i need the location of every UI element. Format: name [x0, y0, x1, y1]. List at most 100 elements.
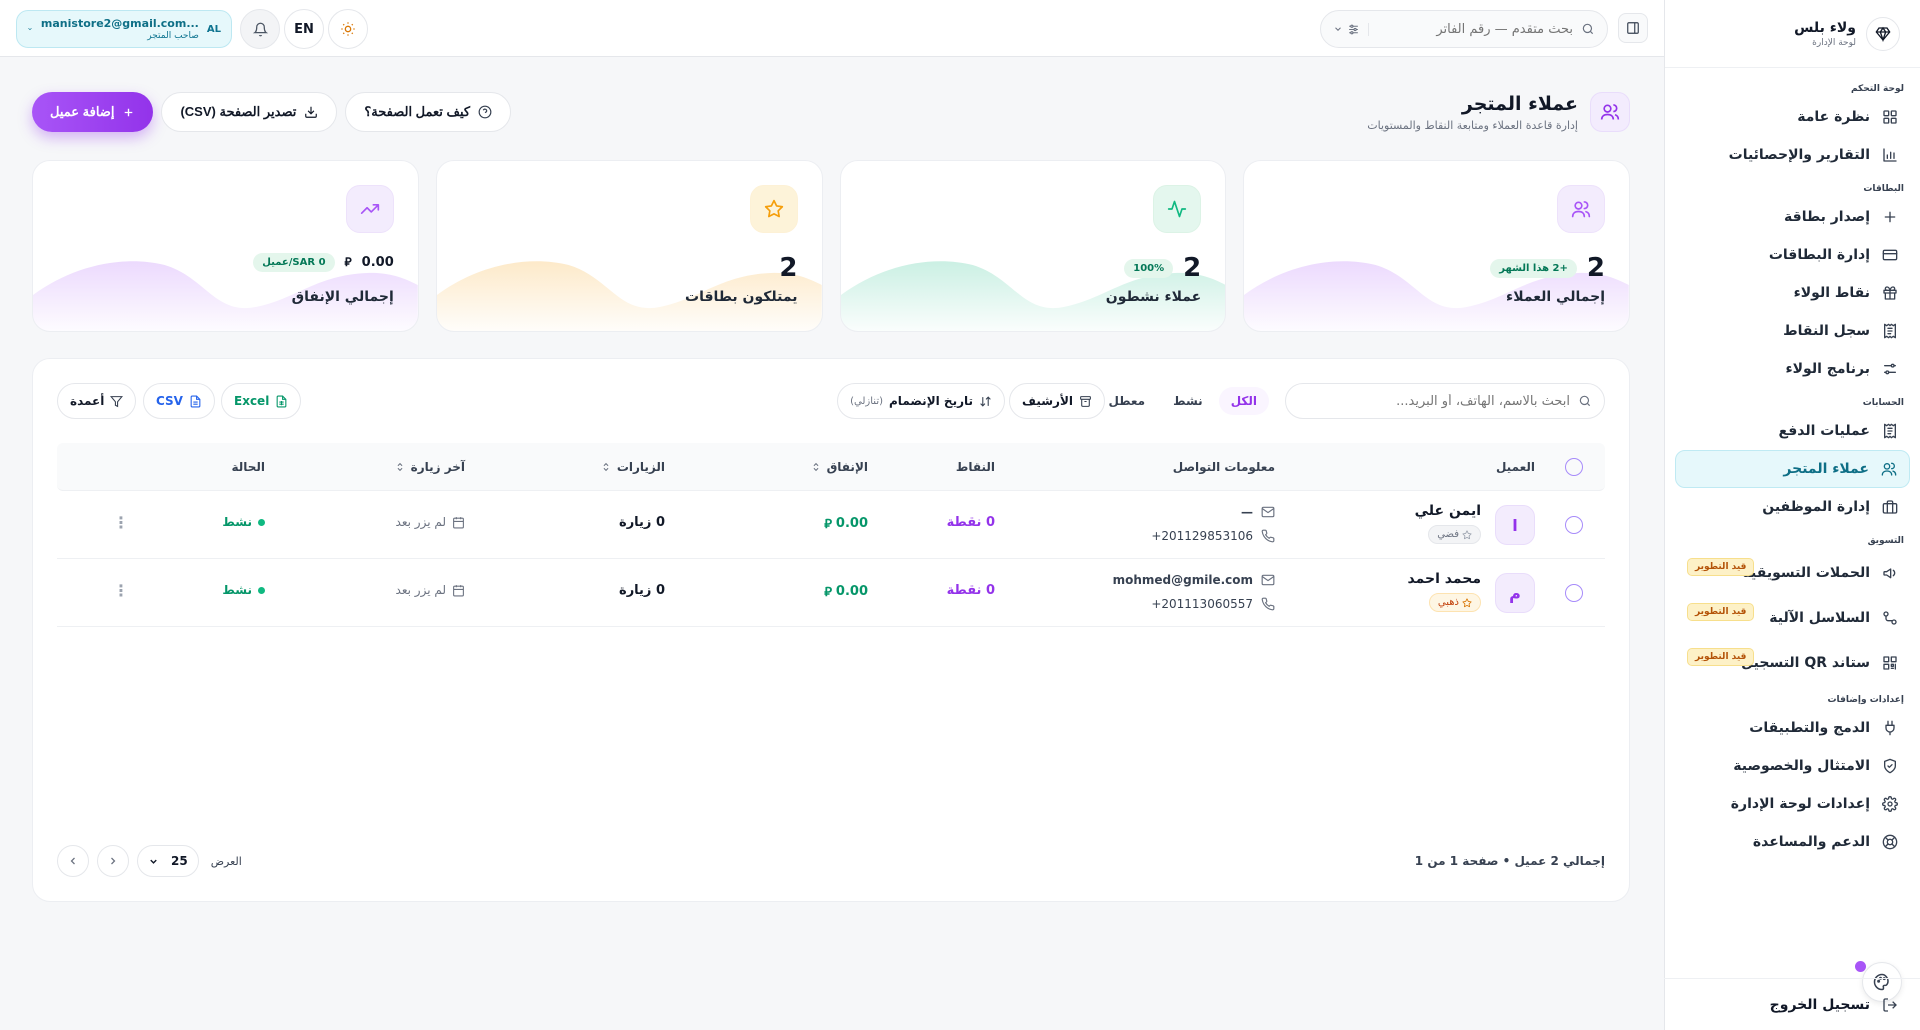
- sidebar-item-8[interactable]: عملاء المتجر: [1675, 450, 1910, 488]
- stat-value: 2: [1183, 253, 1202, 283]
- sidebar-item-label: إدارة البطاقات: [1768, 247, 1870, 263]
- excel-export-button[interactable]: Excel: [221, 383, 302, 419]
- activity-icon: [1168, 200, 1187, 218]
- status-badge: نشط: [222, 515, 265, 529]
- sidebar-toggle-button[interactable]: [1618, 13, 1648, 43]
- sliders-icon: [1349, 24, 1358, 34]
- chevron-down-icon: [28, 28, 32, 31]
- sidebar-item-label: الدمج والتطبيقات: [1749, 720, 1870, 736]
- sidebar-item-15[interactable]: إعدادات لوحة الإدارة: [1675, 785, 1910, 823]
- row-actions-icon[interactable]: ⋮: [113, 581, 129, 600]
- logout-button[interactable]: تسجيل الخروج: [1664, 978, 1920, 1030]
- archive-button[interactable]: الأرشيف: [1009, 383, 1105, 419]
- chevron-down-icon: [1335, 27, 1341, 31]
- sidebar-item-3[interactable]: إدارة البطاقات: [1675, 236, 1910, 274]
- search-filter-button[interactable]: [1333, 22, 1369, 36]
- star-icon: [749, 185, 798, 233]
- stat-card-3: 0.00 ⃁ 0 SAR/عميل إجمالي الإنفاق: [32, 160, 419, 332]
- sidebar-item-6[interactable]: برنامج الولاء: [1675, 350, 1910, 388]
- points-value: 0 نقطة: [946, 583, 995, 598]
- filter-option-1[interactable]: نشط: [1161, 387, 1215, 415]
- sidebar-item-4[interactable]: نقاط الولاء: [1675, 274, 1910, 312]
- sort-button[interactable]: تاريخ الإنضمام (تنازلي): [837, 383, 1005, 419]
- bar-chart-icon: [1883, 148, 1897, 162]
- table-row[interactable]: ا ايمن علي فضي — +201129853106 0 نقطة 0.00 ⃁ 0 ز…: [57, 491, 1605, 559]
- account-role: صاحب المتجر: [147, 31, 199, 41]
- mail-icon: [1261, 574, 1275, 586]
- sidebar-toggle-icon: [1627, 22, 1639, 34]
- in-development-badge: قيد التطوير: [1687, 558, 1755, 576]
- sidebar-item-5[interactable]: سجل النقاط: [1675, 312, 1910, 350]
- topbar: EN AL manistore2@gmail.com... صاحب المتج…: [0, 0, 1664, 57]
- nav-section-title: إعدادات وإضافات: [1827, 695, 1904, 705]
- prev-page-button[interactable]: [57, 845, 89, 877]
- header-contact: معلومات التواصل: [1172, 460, 1275, 474]
- table-header: العميل معلومات التواصل النقاط الإنفاق ال…: [57, 443, 1605, 491]
- sidebar-item-2[interactable]: إصدار بطاقة: [1675, 198, 1910, 236]
- nav-section-title: لوحة التحكم: [1850, 84, 1904, 94]
- filter-option-2[interactable]: معطل: [1097, 387, 1158, 415]
- stat-pill: +2 هذا الشهر: [1490, 258, 1577, 278]
- brand: ولاء بلس لوحة الإدارة: [1665, 0, 1920, 68]
- csv-export-button[interactable]: CSV: [143, 383, 215, 419]
- sun-icon: [341, 22, 355, 36]
- export-csv-button[interactable]: تصدير الصفحة (CSV): [161, 92, 338, 132]
- diamond-logo-icon: [1866, 16, 1900, 51]
- sidebar-item-14[interactable]: الامتثال والخصوصية: [1675, 747, 1910, 785]
- sidebar-item-7[interactable]: عمليات الدفع: [1675, 412, 1910, 450]
- row-actions-icon[interactable]: ⋮: [113, 513, 129, 532]
- sidebar-item-13[interactable]: الدمج والتطبيقات: [1675, 709, 1910, 747]
- sidebar-item-16[interactable]: الدعم والمساعدة: [1675, 823, 1910, 861]
- account-menu[interactable]: AL manistore2@gmail.com... صاحب المتجر: [16, 10, 232, 48]
- customer-name[interactable]: محمد احمد: [1408, 571, 1481, 587]
- file-icon: [190, 395, 201, 407]
- customer-name[interactable]: ايمن علي: [1415, 503, 1481, 519]
- visits-value: 0 زيارة: [619, 583, 665, 598]
- advanced-search-input[interactable]: [1377, 21, 1573, 37]
- select-all-checkbox[interactable]: [1565, 443, 1583, 491]
- theme-toggle-button[interactable]: [328, 9, 368, 49]
- stat-card-2: 2 يمتلكون بطاقات: [435, 160, 823, 332]
- sidebar-item-12[interactable]: ستاند QR التسجيل قيد التطوير: [1675, 640, 1910, 685]
- sidebar-item-1[interactable]: التقارير والإحصائيات: [1675, 136, 1910, 174]
- star-icon: [1462, 597, 1472, 607]
- customer-avatar: م: [1495, 573, 1535, 613]
- row-checkbox[interactable]: [1565, 516, 1583, 534]
- sidebar-item-label: عمليات الدفع: [1778, 423, 1870, 439]
- header-spend[interactable]: الإنفاق: [811, 443, 868, 491]
- sidebar-item-label: التقارير والإحصائيات: [1728, 147, 1870, 163]
- grid-icon: [1883, 110, 1897, 124]
- customers-table-card: الكلنشطمعطل الأرشيف تاريخ الإنضمام (تناز…: [32, 358, 1630, 902]
- table-row[interactable]: م محمد احمد ذهبي mohmed@gmile.com +201113060…: [57, 559, 1605, 627]
- nav-section-title: الحسابات: [1862, 398, 1904, 408]
- trending-up-icon: [360, 204, 379, 214]
- customer-search-input[interactable]: [1298, 393, 1570, 409]
- columns-button[interactable]: أعمدة: [57, 383, 137, 419]
- chevron-right-icon: [111, 857, 116, 865]
- row-checkbox[interactable]: [1565, 584, 1583, 602]
- sidebar-item-11[interactable]: السلاسل الآلية قيد التطوير: [1675, 595, 1910, 640]
- stat-card-0: 2 +2 هذا الشهر إجمالي العملاء: [1243, 160, 1630, 332]
- filter-option-0[interactable]: الكل: [1218, 387, 1269, 415]
- header-last-visit[interactable]: آخر زيارة: [395, 443, 465, 491]
- stat-pill: 100%: [1124, 258, 1174, 278]
- page-actions: إضافة عميل تصدير الصفحة (CSV) كيف تعمل ا…: [32, 92, 512, 132]
- sidebar-item-label: عملاء المتجر: [1783, 461, 1869, 477]
- sidebar-item-0[interactable]: نظرة عامة: [1675, 98, 1910, 136]
- stat-cards: 2 +2 هذا الشهر إجمالي العملاء 2 100% عملاء نش…: [32, 160, 1630, 332]
- add-customer-button[interactable]: إضافة عميل: [32, 92, 154, 132]
- calendar-icon: [453, 584, 464, 596]
- sidebar-item-10[interactable]: الحملات التسويقية قيد التطوير: [1675, 550, 1910, 595]
- header-visits[interactable]: الزيارات: [601, 443, 665, 491]
- in-development-badge: قيد التطوير: [1687, 603, 1755, 621]
- stat-value: 0.00: [361, 255, 394, 270]
- qr-icon: [1883, 655, 1897, 670]
- calendar-icon: [453, 516, 464, 528]
- advanced-search: [1320, 10, 1608, 48]
- how-it-works-button[interactable]: كيف تعمل الصفحة؟: [345, 92, 512, 132]
- sidebar-item-9[interactable]: إدارة الموظفين: [1675, 488, 1910, 526]
- language-button[interactable]: EN: [284, 9, 324, 49]
- page-size-select[interactable]: 25: [137, 845, 199, 877]
- notifications-button[interactable]: [240, 9, 280, 49]
- next-page-button[interactable]: [97, 845, 129, 877]
